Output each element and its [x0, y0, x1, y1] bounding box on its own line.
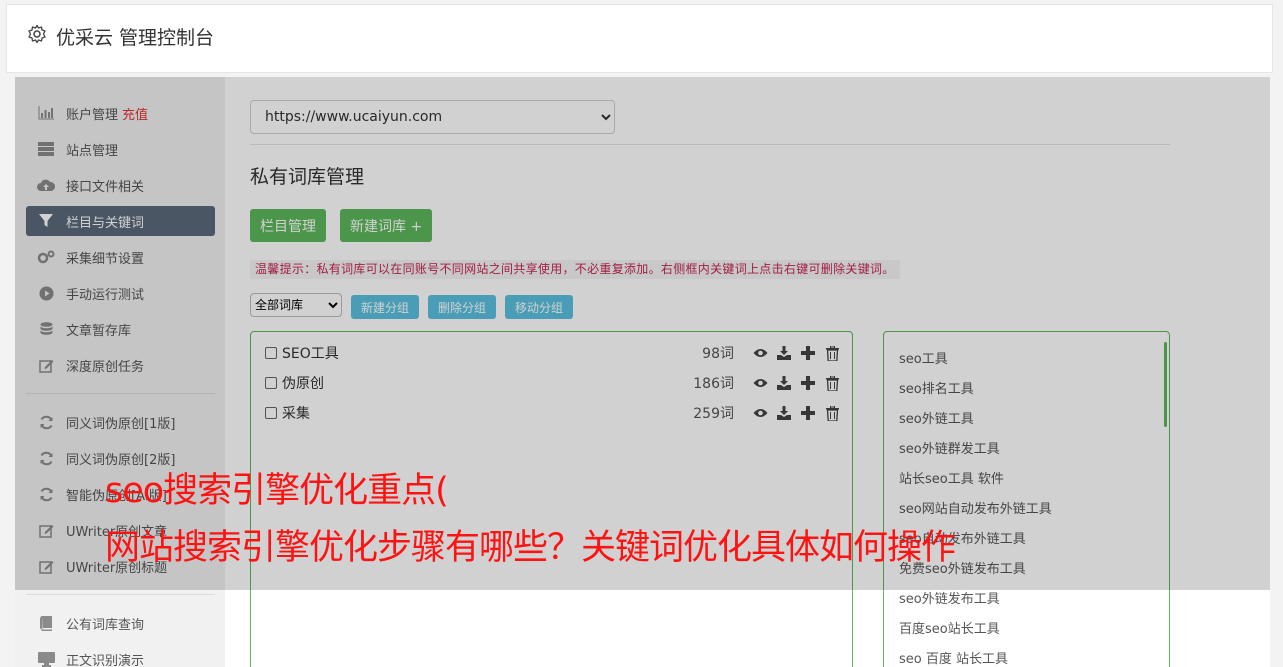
app-title: 优采云 管理控制台 — [56, 27, 215, 49]
sidebar-item-public-lexicon[interactable]: 公有词库查询 — [26, 608, 215, 638]
monitor-icon — [37, 650, 55, 667]
keyword-item[interactable]: seo外链发布工具 — [899, 588, 1000, 607]
gear-icon — [28, 24, 46, 44]
overlay-headline-line1: seo搜索引擎优化重点( — [105, 471, 449, 511]
sidebar-divider — [26, 594, 215, 595]
sidebar-item-label: 公有词库查询 — [66, 617, 145, 633]
sidebar-item-text-recognition[interactable]: 正文识别演示 — [26, 644, 215, 667]
overlay-headline-line2: 网站搜索引擎优化步骤有哪些？关键词优化具体如何操作 — [105, 528, 956, 568]
dim-overlay — [15, 77, 1270, 590]
app-header: 优采云 管理控制台 — [6, 4, 1273, 73]
book-icon — [37, 614, 55, 632]
sidebar-item-label: 正文识别演示 — [66, 653, 145, 667]
keyword-item[interactable]: 百度seo站长工具 — [899, 618, 1000, 637]
keyword-item[interactable]: seo 百度 站长工具 — [899, 648, 1008, 667]
